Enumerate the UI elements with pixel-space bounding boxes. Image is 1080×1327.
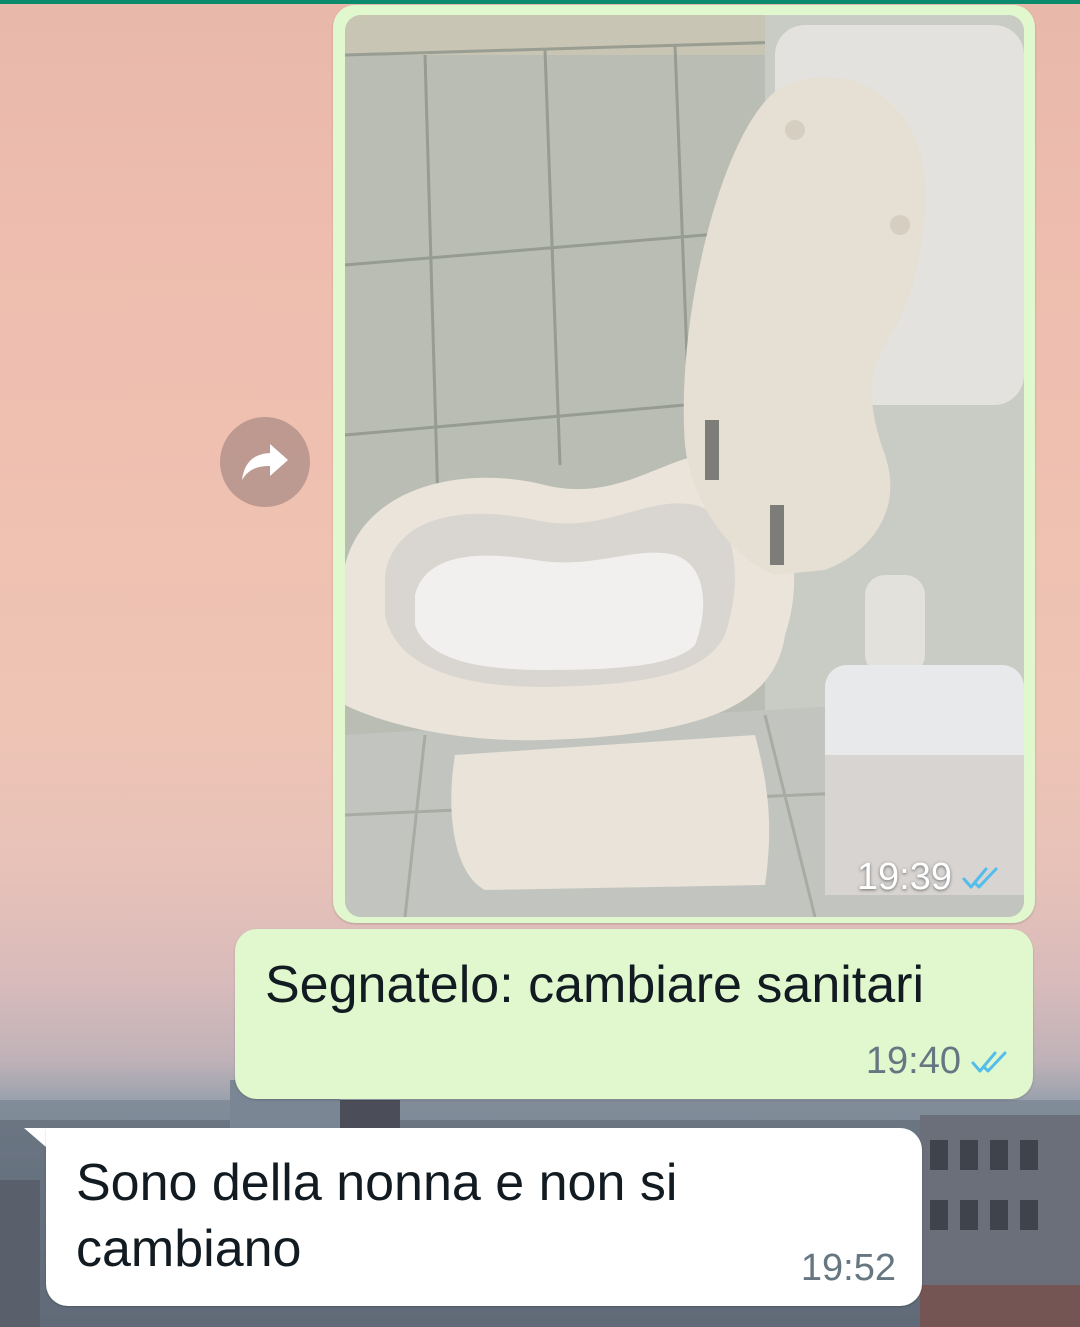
forward-arrow-icon	[242, 444, 288, 480]
message-time: 19:52	[800, 1247, 896, 1289]
message-time: 19:40	[865, 1040, 961, 1082]
image-message-bubble[interactable]: 19:39	[333, 5, 1035, 923]
outgoing-message-bubble[interactable]: Segnatelo: cambiare sanitari 19:40	[235, 929, 1033, 1099]
forward-button[interactable]	[220, 417, 310, 507]
message-time: 19:39	[856, 856, 952, 898]
message-meta: 19:40	[866, 1040, 1011, 1083]
message-text: Sono della nonna e non si cambiano	[76, 1154, 678, 1278]
header-accent-line	[0, 0, 1080, 4]
message-photo[interactable]: 19:39	[345, 15, 1024, 917]
double-check-icon	[962, 867, 998, 888]
photo-meta: 19:39	[857, 856, 1002, 899]
message-text: Segnatelo: cambiare sanitari	[265, 956, 925, 1014]
incoming-message-bubble[interactable]: Sono della nonna e non si cambiano 19:52	[46, 1128, 922, 1306]
double-check-icon	[971, 1051, 1007, 1072]
toilet-photo-illustration	[345, 15, 1024, 917]
